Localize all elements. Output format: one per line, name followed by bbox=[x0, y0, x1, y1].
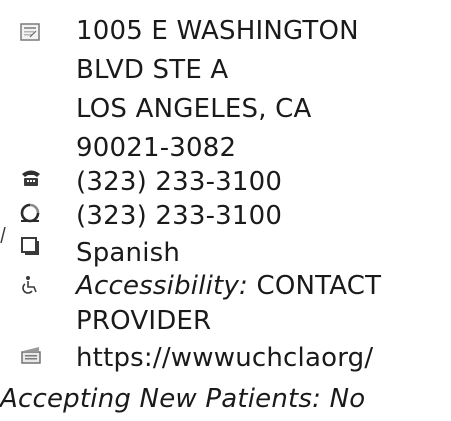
accepting-new-patients: Accepting New Patients: No bbox=[0, 383, 365, 416]
wheelchair-icon bbox=[20, 275, 40, 295]
provider-details-card: 1005 E WASHINGTON BLVD STE A LOS ANGELES… bbox=[0, 0, 451, 421]
address-card-icon bbox=[20, 22, 40, 42]
language-icon bbox=[20, 236, 40, 256]
clipped-edge-mark bbox=[0, 226, 6, 244]
address-line-4: 90021-3082 bbox=[76, 133, 237, 163]
accepting-new-patients-value: No bbox=[329, 384, 366, 414]
accessibility-label: Accessibility: bbox=[76, 271, 249, 301]
fax-icon bbox=[20, 203, 40, 223]
accessibility-value-line-1: CONTACT bbox=[256, 271, 382, 301]
accessibility-line-1: Accessibility: CONTACT bbox=[76, 270, 381, 303]
phone-number[interactable]: (323) 233-3100 bbox=[76, 166, 282, 199]
accessibility-value-line-2: PROVIDER bbox=[76, 306, 212, 336]
language-value: Spanish bbox=[76, 238, 181, 268]
fax-number: (323) 233-3100 bbox=[76, 201, 283, 231]
accepting-new-patients-label: Accepting New Patients: bbox=[0, 384, 322, 414]
address-line-1: 1005 E WASHINGTON bbox=[76, 16, 359, 46]
address-line-2: BLVD STE A bbox=[76, 55, 229, 85]
website-icon bbox=[20, 345, 41, 365]
address-line-3: LOS ANGELES, CA bbox=[76, 94, 312, 124]
telephone-icon bbox=[20, 168, 40, 188]
website-link[interactable]: https://wwwuchclaorg/ bbox=[76, 342, 373, 375]
